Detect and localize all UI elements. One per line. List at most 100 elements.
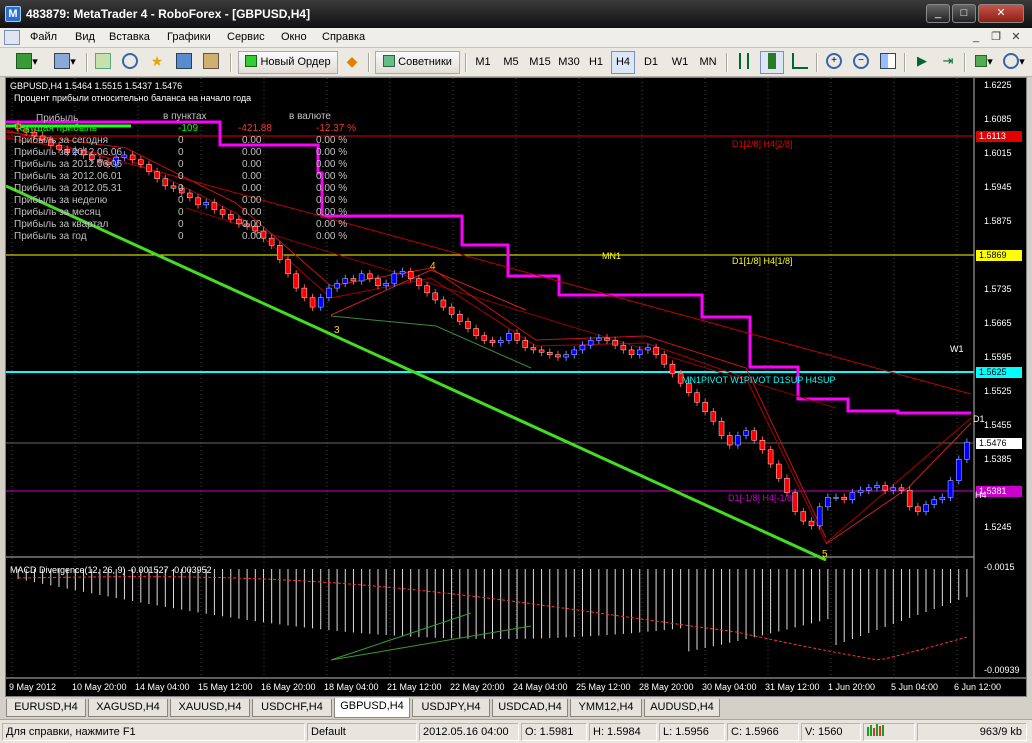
tf-m5[interactable]: M5 (499, 51, 523, 74)
wave-label-3: 3 (334, 325, 340, 336)
candle-chart-button[interactable] (760, 51, 784, 74)
tf-m30[interactable]: M30 (556, 51, 582, 74)
profiles-button[interactable]: ▾ (48, 51, 82, 74)
autoscroll-icon: ▶ (917, 53, 927, 69)
bear-candle (547, 352, 553, 355)
document-icon[interactable] (4, 30, 20, 45)
periods-button[interactable]: ▾ (1000, 51, 1028, 74)
maximize-button[interactable]: □ (952, 4, 976, 23)
experts-button[interactable]: Советники (375, 51, 460, 74)
level-label-d1-2-8: D1[2/8] H4[2/8] (732, 139, 793, 149)
line-chart-button[interactable] (789, 51, 811, 74)
price-tag: 1.5476 (976, 438, 1022, 449)
tf-m1[interactable]: M1 (472, 51, 494, 74)
auto-scroll-button[interactable]: ▶ (911, 51, 933, 74)
profit-row-percent: 0.00 % (316, 147, 348, 158)
menu-bar: Файл Вид Вставка Графики Сервис Окно Спр… (0, 28, 1032, 48)
price-chart[interactable] (6, 78, 1027, 697)
zoom-in-button[interactable]: + (823, 51, 845, 74)
market-watch-button[interactable] (92, 51, 114, 74)
new-chart-icon (16, 53, 33, 70)
bull-candle (866, 487, 872, 491)
price-tick: 1.5945 (984, 182, 1012, 192)
clock-icon (1003, 53, 1020, 70)
tab-eurusd-h4[interactable]: EURUSD,H4 (6, 699, 86, 717)
child-close-icon[interactable]: ✕ (1008, 30, 1024, 45)
tab-usdchf-h4[interactable]: USDCHF,H4 (252, 699, 332, 717)
bear-candle (767, 449, 774, 465)
bear-candle (375, 278, 381, 286)
tab-usdjpy-h4[interactable]: USDJPY,H4 (412, 699, 490, 717)
bar-chart-button[interactable] (733, 51, 755, 74)
new-order-button[interactable]: Новый Ордер (238, 51, 338, 74)
new-chart-button[interactable]: ▾ (10, 51, 44, 74)
tab-ymm12-h4[interactable]: YMM12,H4 (570, 699, 642, 717)
tile-windows-button[interactable] (877, 51, 899, 74)
data-window-button[interactable] (119, 51, 141, 74)
tf-h4[interactable]: H4 (611, 51, 635, 74)
tester-button[interactable] (200, 51, 222, 74)
menu-window[interactable]: Окно (281, 31, 307, 43)
terminal-icon (176, 53, 192, 70)
zoom-out-button[interactable]: − (850, 51, 872, 74)
bear-candle (129, 154, 136, 160)
bear-candle (555, 354, 561, 358)
tab-xauusd-h4[interactable]: XAUUSD,H4 (170, 699, 250, 717)
bull-candle (735, 435, 741, 446)
profit-row-points: 0 (178, 183, 184, 194)
child-minimize-icon[interactable]: _ (968, 30, 984, 45)
title-bar: M 483879: MetaTrader 4 - RoboForex - [GB… (0, 0, 1032, 28)
chart-window[interactable]: GBPUSD,H4 1.5464 1.5515 1.5437 1.5476 Пр… (5, 77, 1027, 697)
status-profile[interactable]: Default (307, 723, 417, 741)
d1-label: D1 (973, 414, 985, 424)
menu-file[interactable]: Файл (30, 31, 57, 43)
menu-help[interactable]: Справка (322, 31, 365, 43)
chart-shift-button[interactable]: ⇥ (937, 51, 959, 74)
wave-label-4: 4 (430, 261, 436, 272)
status-traffic: 963/9 kb (917, 723, 1027, 741)
time-tick: 10 May 20:00 (72, 682, 127, 692)
profit-row-money: -421.88 (238, 123, 272, 134)
bear-candle (694, 392, 700, 403)
tf-d1[interactable]: D1 (640, 51, 662, 74)
menu-view[interactable]: Вид (75, 31, 95, 43)
zoom-in-icon: + (826, 53, 842, 70)
tab-gbpusd-h4[interactable]: GBPUSD,H4 (334, 698, 410, 718)
new-order-label: Новый Ордер (260, 56, 331, 68)
tab-usdcad-h4[interactable]: USDCAD,H4 (492, 699, 568, 717)
minimize-button[interactable]: _ (926, 4, 950, 23)
menu-tools[interactable]: Сервис (227, 31, 265, 43)
macd-tick: -0.00939 (984, 665, 1020, 675)
bear-candle (236, 218, 242, 225)
tf-mn[interactable]: MN (695, 51, 721, 74)
profit-row-money: 0.00 (242, 195, 262, 206)
pivots-label: MN1PIVOT W1PIVOT D1SUP H4SUP (682, 375, 836, 385)
bear-candle (277, 245, 283, 260)
bull-candle (497, 340, 504, 344)
terminal-button[interactable] (173, 51, 195, 74)
status-open: O: 1.5981 (521, 723, 587, 741)
profit-row-percent: 0.00 % (316, 135, 348, 146)
indicators-button[interactable]: ▾ (970, 51, 998, 74)
bear-candle (309, 297, 316, 308)
bear-candle (219, 209, 226, 215)
wave-label-5: 5 (822, 549, 828, 560)
price-tick: 1.6015 (984, 148, 1012, 158)
bull-candle (743, 430, 749, 436)
bear-candle (882, 485, 888, 491)
tab-audusd-h4[interactable]: AUDUSD,H4 (644, 699, 720, 717)
tf-h1[interactable]: H1 (585, 51, 607, 74)
navigator-button[interactable]: ★ (146, 51, 168, 74)
bear-candle (604, 337, 610, 341)
warning-button[interactable]: ◆ (341, 51, 363, 74)
profit-row-points: 0 (178, 219, 184, 230)
menu-charts[interactable]: Графики (167, 31, 211, 43)
child-restore-icon[interactable]: ❐ (988, 30, 1004, 45)
mn1-label: MN1 (602, 251, 622, 261)
tf-m15[interactable]: M15 (527, 51, 553, 74)
bull-candle (383, 283, 389, 286)
tab-xagusd-h4[interactable]: XAGUSD,H4 (88, 699, 168, 717)
tf-w1[interactable]: W1 (668, 51, 692, 74)
close-button[interactable]: ✕ (978, 4, 1024, 23)
menu-insert[interactable]: Вставка (109, 31, 150, 43)
